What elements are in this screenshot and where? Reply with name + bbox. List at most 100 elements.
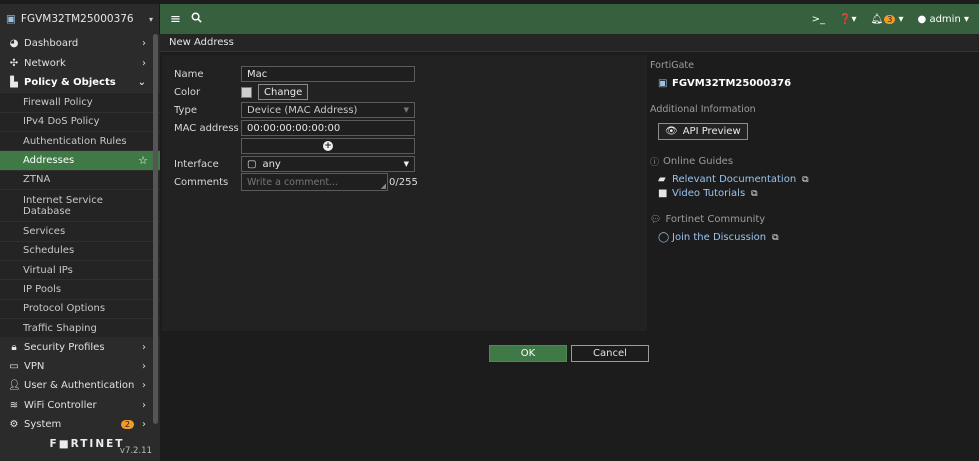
external-link-icon: ⧉ [802,174,809,185]
video-tutorials-link[interactable]: ■ Video Tutorials ⧉ [658,188,758,199]
sidebar-item-protocol-options[interactable]: Protocol Options [0,298,160,319]
sidebar-item-wifi-controller[interactable]: ≋ WiFi Controller › [0,396,160,415]
chevron-right-icon: › [142,380,146,392]
device-icon: ▣ [658,78,668,89]
additional-info-heading: Additional Information [650,104,756,115]
video-icon: ■ [658,188,668,199]
hostname: FGVM32TM25000376 [672,78,792,89]
external-link-icon: ⧉ [751,188,758,199]
sidebar-item-vpn[interactable]: ▭ VPN › [0,357,160,376]
online-guides-label: Online Guides [663,156,734,167]
sidebar-item-firewall-policy[interactable]: Firewall Policy [0,92,160,112]
sidebar-item-label: Firewall Policy [23,96,93,108]
sidebar-item-label: ZTNA [23,174,51,186]
video-tutorials-label: Video Tutorials [672,188,746,199]
mac-address-label: MAC address [174,122,239,134]
device-selector[interactable]: ▣ FGVM32TM25000376 ▾ [0,4,160,34]
book-icon: ▰ [658,174,666,185]
search-icon[interactable] [191,12,202,27]
community-heading: 💬︎ Fortinet Community [650,214,765,225]
chevron-down-icon: ▼ [403,106,409,114]
mac-address-input[interactable]: 00:00:00:00:00:00 [241,120,415,136]
interface-label: Interface [174,158,219,170]
form-actions: OK Cancel [489,345,649,362]
api-preview-button[interactable]: 👁︎ API Preview [658,123,748,140]
sidebar-item-network[interactable]: ✣ Network › [0,53,160,72]
fortinet-logo: F■RTINET [49,438,125,450]
page-header: New Address [160,34,979,52]
sidebar-footer: F■RTINET v7.2.11 [0,427,160,461]
name-row: Name Mac [174,66,415,82]
user-icon: ● [917,13,927,25]
wifi-icon: ≋ [9,399,19,411]
sidebar-item-label: Security Profiles [24,341,105,353]
sidebar-item-schedules[interactable]: Schedules [0,240,160,260]
join-discussion-link[interactable]: ◯ Join the Discussion ⧉ [658,232,779,243]
version-label: v7.2.11 [119,446,152,456]
sidebar-item-ipv4-dos-policy[interactable]: IPv4 DoS Policy [0,111,160,131]
sidebar-item-ip-pools[interactable]: IP Pools [0,279,160,299]
type-row: Type Device (MAC Address) ▼ [174,102,415,118]
sidebar-item-label: Virtual IPs [23,264,73,276]
type-select[interactable]: Device (MAC Address) ▼ [241,102,415,118]
sidebar-item-virtual-ips[interactable]: Virtual IPs [0,259,160,280]
type-select-value: Device (MAC Address) [247,104,358,116]
sidebar-item-label: VPN [24,361,45,373]
user-name: admin [929,13,961,25]
sidebar-item-traffic-shaping[interactable]: Traffic Shaping [0,318,160,338]
speech-bubble-icon: ◯ [658,232,670,243]
name-input[interactable]: Mac [241,66,415,82]
chevron-right-icon: › [142,361,146,373]
interface-row: Interface ▢ any ▼ [174,156,415,172]
sidebar-item-internet-service-database[interactable]: Internet Service Database [0,189,160,222]
interface-select-value: any [262,158,281,170]
monitor-icon: ▭ [9,361,19,373]
dashboard-icon: ◕ [9,38,19,50]
comments-counter: 0/255 [389,176,418,188]
favorite-star-icon[interactable]: ☆ [138,154,148,167]
bell-icon: 🔔︎ [870,13,884,25]
chevron-right-icon: › [142,38,146,50]
chevron-right-icon: › [142,399,146,411]
notifications-button[interactable]: 🔔︎ 3 ▾ [871,14,904,25]
cli-console-icon[interactable]: >_ [812,14,825,25]
sidebar-item-label: Schedules [23,245,75,257]
hostname-line: ▣ FGVM32TM25000376 [658,78,791,89]
external-link-icon: ⧉ [772,232,779,243]
sidebar-item-addresses[interactable]: Addresses ☆ [0,150,160,170]
help-icon[interactable]: ❓▾ [839,14,856,25]
comments-textarea[interactable]: Write a comment... ◢ [241,173,388,191]
notification-count: 3 [884,14,896,24]
sidebar-item-policy-objects[interactable]: ▙ Policy & Objects ⌄ [0,73,160,92]
device-name: FGVM32TM25000376 [20,13,134,25]
mac-row: MAC address 00:00:00:00:00:00 [174,120,415,136]
hamburger-menu-icon[interactable]: ≡ [170,12,181,27]
change-color-button[interactable]: Change [258,84,309,100]
policy-icon: ▙ [10,76,18,88]
sidebar-scrollbar[interactable] [153,34,158,424]
fortigate-heading: FortiGate [650,60,694,71]
lock-icon: 🔒︎ [11,341,17,353]
comments-icon: 💬︎ [650,214,662,225]
sidebar-item-authentication-rules[interactable]: Authentication Rules [0,130,160,151]
user-menu[interactable]: ● admin ▾ [918,14,969,25]
comments-label: Comments [174,176,229,188]
sidebar-item-user-authentication[interactable]: 👤︎ User & Authentication › [0,376,160,395]
add-mac-button[interactable]: + [241,138,415,154]
sidebar-item-ztna[interactable]: ZTNA [0,169,160,190]
comments-row: Comments Write a comment... ◢ 0/255 [174,173,418,191]
resize-grip-icon[interactable]: ◢ [381,182,386,190]
cancel-button[interactable]: Cancel [571,345,649,362]
relevant-docs-link[interactable]: ▰ Relevant Documentation ⧉ [658,174,809,185]
sidebar-item-label: Network [24,57,66,69]
sidebar-item-services[interactable]: Services [0,221,160,241]
question-circle-icon: ⓘ [650,158,660,168]
sidebar-item-dashboard[interactable]: ◕ Dashboard › [0,34,160,53]
interface-select[interactable]: ▢ any ▼ [241,156,415,172]
join-discussion-label: Join the Discussion [672,232,767,243]
sidebar-item-security-profiles[interactable]: 🔒︎ Security Profiles › [0,337,160,356]
ok-button[interactable]: OK [489,345,567,362]
mac-address-value: 00:00:00:00:00:00 [247,122,341,134]
sidebar: ◕ Dashboard › ✣ Network › ▙ Policy & Obj… [0,34,160,461]
sidebar-item-label: Internet Service Database [23,194,103,217]
